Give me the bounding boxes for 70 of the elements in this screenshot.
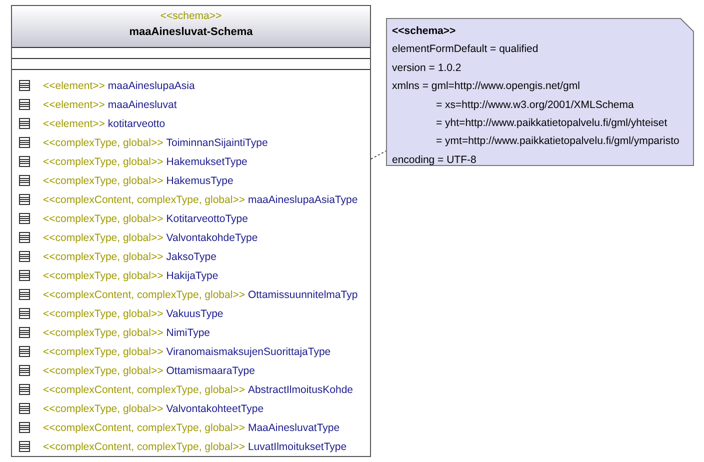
item-name: OttamismaaraType [166, 364, 255, 376]
item-name: maaAineslupaAsia [108, 80, 195, 92]
attribute-list-icon [19, 289, 30, 300]
item-stereotype: <<complexType, global>> [43, 250, 164, 262]
item-stereotype: <<complexType, global>> [43, 364, 164, 376]
item-name: OttamissuunnitelmaTyp [248, 288, 358, 300]
item-stereotype: <<complexContent, complexType, global>> [43, 194, 245, 206]
item-name: JaksoType [166, 250, 216, 262]
attribute-list-icon [19, 137, 30, 148]
item-name: HakemusType [166, 174, 234, 186]
item-name: ValvontakohteetType [166, 402, 264, 414]
item-name: maaAineslupaAsiaType [248, 194, 358, 206]
item-name: ViranomaismaksujenSuorittajaType [166, 346, 331, 358]
note-line: xmlns = gml=http://www.opengis.net/gml [392, 79, 581, 94]
attribute-list-icon [19, 346, 30, 357]
item-stereotype: <<complexContent, complexType, global>> [43, 422, 245, 434]
item-name: HakijaType [166, 270, 218, 282]
attribute-list-icon [19, 99, 30, 110]
note-title: <<schema>> [392, 24, 457, 39]
item-name: ValvontakohdeType [166, 232, 258, 244]
item-stereotype: <<complexType, global>> [43, 326, 164, 338]
item-name: HakemuksetType [166, 156, 248, 168]
item-name: kotitarveotto [108, 118, 166, 130]
item-name: AbstractIlmoitusKohde [248, 384, 354, 396]
item-stereotype: <<complexContent, complexType, global>> [43, 288, 245, 300]
attribute-list-icon [19, 270, 30, 281]
item-name: ToiminnanSijaintiType [166, 136, 268, 148]
item-stereotype: <<complexType, global>> [43, 308, 164, 320]
item-stereotype: <<element>> [43, 98, 105, 110]
item-name: MaaAinesluvatType [248, 422, 340, 434]
note-line: = xs=http://www.w3.org/2001/XMLSchema [435, 98, 635, 113]
attribute-list-icon [19, 384, 30, 395]
item-name: maaAinesluvat [108, 98, 177, 110]
item-name: LuvatIlmoituksetType [248, 440, 347, 452]
note-line: elementFormDefault = qualified [392, 42, 540, 58]
class-stereotype: <<schema>> [160, 10, 222, 22]
note-line: version = 1.0.2 [392, 60, 462, 76]
item-stereotype: <<complexType, global>> [43, 136, 164, 148]
item-stereotype: <<complexType, global>> [43, 270, 164, 282]
note-line: = ymt=http://www.paikkatietopalvelu.fi/gml/ymparisto [435, 134, 680, 150]
attribute-list-icon [19, 403, 30, 414]
attribute-list-icon [19, 118, 30, 129]
attribute-list-icon [19, 194, 30, 205]
item-stereotype: <<complexContent, complexType, global>> [43, 384, 245, 396]
attribute-list-icon [19, 422, 30, 433]
attribute-list-icon [19, 308, 30, 319]
attribute-list-icon [19, 365, 30, 376]
item-stereotype: <<element>> [43, 118, 105, 130]
item-stereotype: <<complexType, global>> [43, 212, 164, 224]
item-name: NimiType [166, 326, 210, 338]
item-stereotype: <<complexType, global>> [43, 156, 164, 168]
attribute-list-icon [19, 232, 30, 243]
attribute-list-icon [19, 213, 30, 224]
attribute-list-icon [19, 251, 30, 262]
item-name: KotitarveottoType [166, 212, 248, 224]
note-line: encoding = UTF-8 [392, 152, 478, 168]
attribute-list-icon [19, 156, 30, 167]
item-name: VakuusType [166, 308, 224, 320]
item-stereotype: <<complexType, global>> [43, 346, 164, 358]
item-stereotype: <<complexType, global>> [43, 232, 164, 244]
attribute-list-icon [19, 80, 30, 91]
item-stereotype: <<element>> [43, 80, 105, 92]
note-line: = yht=http://www.paikkatietopalvelu.fi/gml/yhteiset [435, 116, 668, 132]
item-stereotype: <<complexContent, complexType, global>> [43, 440, 245, 452]
attribute-list-icon [19, 175, 30, 186]
attribute-list-icon [19, 327, 30, 338]
attribute-list-icon [19, 441, 30, 452]
item-stereotype: <<complexType, global>> [43, 174, 164, 186]
item-stereotype: <<complexType, global>> [43, 402, 164, 414]
class-title: maaAinesluvat-Schema [129, 26, 253, 38]
